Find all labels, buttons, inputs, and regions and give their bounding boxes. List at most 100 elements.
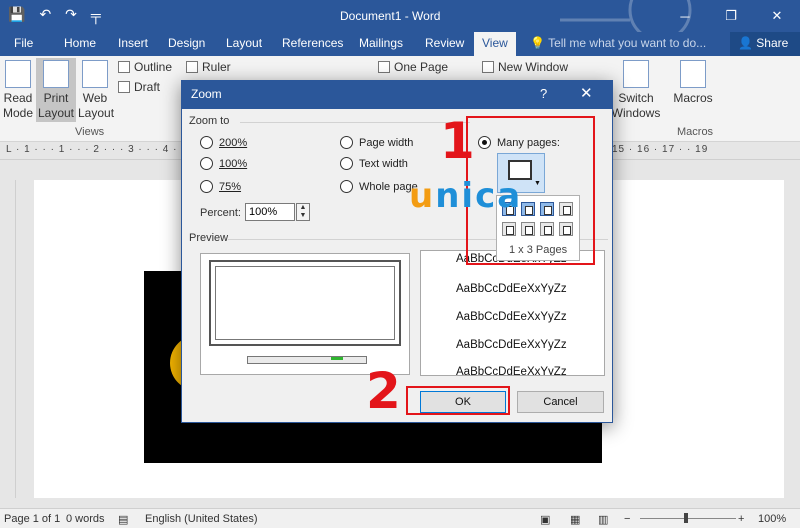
- dialog-title: Zoom: [191, 87, 222, 101]
- preview-label: Preview: [189, 232, 229, 244]
- share-button[interactable]: 👤 Share: [730, 32, 800, 56]
- annotation-box-2: [406, 386, 510, 415]
- ruler-checkbox[interactable]: Ruler: [186, 60, 231, 74]
- read-mode-label: Read Mode: [2, 91, 34, 120]
- preview-line: AaBbCcDdEeXxYyZz: [456, 311, 567, 323]
- cancel-button[interactable]: Cancel: [517, 391, 604, 413]
- tab-file[interactable]: File: [14, 36, 33, 50]
- draft-icon: [118, 81, 130, 93]
- preview-monitor: [200, 253, 410, 375]
- tab-mailings[interactable]: Mailings: [359, 36, 403, 50]
- read-mode-button[interactable]: Read Mode: [2, 60, 34, 121]
- tab-design[interactable]: Design: [168, 36, 205, 50]
- status-bar: Page 1 of 1 0 words ▤ English (United St…: [0, 508, 800, 528]
- zoom-slider[interactable]: [640, 518, 736, 519]
- radio-200-label: 200%: [219, 136, 248, 149]
- radio-page-width-dot: [340, 136, 353, 149]
- outline-label: Outline: [134, 60, 173, 74]
- share-label: Share: [756, 36, 789, 50]
- word-count[interactable]: 0 words: [66, 513, 105, 525]
- logo-part-1: u: [409, 176, 436, 216]
- language-status[interactable]: English (United States): [145, 513, 258, 525]
- person-icon: 👤: [738, 36, 753, 50]
- radio-text-width[interactable]: Text width: [340, 157, 408, 170]
- minimize-icon[interactable]: ─: [662, 0, 708, 32]
- print-layout-button[interactable]: Print Layout: [36, 58, 76, 122]
- ruler-check-icon: [186, 61, 198, 73]
- save-icon[interactable]: 💾: [8, 6, 25, 23]
- preview-line: AaBbCcDdEeXxYyZz: [456, 283, 567, 295]
- tell-me-label: Tell me what you want to do...: [548, 36, 707, 50]
- redo-icon[interactable]: ↷: [65, 6, 77, 23]
- read-mode-icon: [5, 60, 31, 88]
- percent-label: Percent:: [200, 207, 241, 219]
- title-bar: 💾 ↶ ↷ ╤ Document1 - Word ─ ❐ ✕: [0, 0, 800, 42]
- draft-label: Draft: [134, 80, 161, 94]
- one-page-button[interactable]: One Page: [378, 60, 448, 74]
- new-window-button[interactable]: New Window: [482, 60, 568, 74]
- print-layout-view-icon[interactable]: ▦: [570, 513, 580, 526]
- radio-75-dot: [200, 180, 213, 193]
- switch-windows-button[interactable]: Switch Windows: [610, 60, 662, 121]
- tell-me-search[interactable]: 💡 Tell me what you want to do...: [530, 36, 706, 50]
- lightbulb-icon: 💡: [530, 36, 545, 50]
- unica-logo: unica: [409, 176, 522, 216]
- customize-qat-icon[interactable]: ╤: [91, 7, 101, 23]
- radio-75[interactable]: 75%: [200, 180, 241, 193]
- restore-icon[interactable]: ❐: [708, 0, 754, 32]
- help-icon[interactable]: ?: [540, 86, 547, 101]
- monitor-screen-icon: [209, 260, 401, 346]
- tab-home[interactable]: Home: [64, 36, 96, 50]
- spin-down-icon[interactable]: ▼: [297, 212, 309, 220]
- tab-view[interactable]: View: [474, 32, 516, 56]
- radio-whole-page[interactable]: Whole page: [340, 180, 418, 193]
- preview-line: AaBbCcDdEeXxYyZz: [456, 339, 567, 351]
- web-layout-button[interactable]: Web Layout: [78, 60, 114, 121]
- radio-100-label: 100%: [219, 157, 248, 170]
- undo-icon[interactable]: ↶: [39, 6, 51, 23]
- radio-100[interactable]: 100%: [200, 157, 247, 170]
- tab-layout[interactable]: Layout: [226, 36, 262, 50]
- draft-button[interactable]: Draft: [118, 80, 160, 94]
- print-layout-icon: [43, 60, 69, 88]
- zoom-in-icon[interactable]: +: [738, 513, 744, 525]
- switch-windows-label: Switch Windows: [611, 91, 661, 120]
- window-controls: ─ ❐ ✕: [662, 0, 800, 32]
- tab-insert[interactable]: Insert: [118, 36, 148, 50]
- page-count[interactable]: Page 1 of 1: [4, 513, 60, 525]
- ruler-label: Ruler: [202, 60, 231, 74]
- zoom-out-icon[interactable]: −: [624, 513, 630, 525]
- ribbon-tabs: File Home Insert Design Layout Reference…: [0, 32, 800, 56]
- zoom-percent[interactable]: 100%: [758, 513, 786, 525]
- print-layout-label: Print Layout: [37, 91, 75, 120]
- new-window-label: New Window: [498, 60, 569, 74]
- tab-references[interactable]: References: [282, 36, 343, 50]
- zoom-slider-thumb[interactable]: [684, 513, 688, 523]
- web-layout-view-icon[interactable]: ▥: [598, 513, 608, 526]
- radio-200[interactable]: 200%: [200, 136, 247, 149]
- radio-page-width[interactable]: Page width: [340, 136, 413, 149]
- one-page-icon: [378, 61, 390, 73]
- close-icon[interactable]: ✕: [754, 0, 800, 32]
- spin-up-icon[interactable]: ▲: [297, 204, 309, 212]
- dialog-close-icon[interactable]: ✕: [580, 84, 593, 102]
- monitor-stand-icon: [247, 356, 367, 364]
- new-window-icon: [482, 61, 494, 73]
- window-title: Document1 - Word: [340, 9, 441, 23]
- outline-button[interactable]: Outline: [118, 60, 172, 74]
- proofing-icon[interactable]: ▤: [118, 513, 128, 526]
- percent-input[interactable]: [245, 203, 295, 221]
- vertical-ruler[interactable]: [0, 180, 16, 498]
- outline-icon: [118, 61, 130, 73]
- tab-review[interactable]: Review: [425, 36, 464, 50]
- macros-button[interactable]: Macros: [670, 60, 716, 106]
- macros-label: Macros: [673, 91, 713, 105]
- read-mode-view-icon[interactable]: ▣: [540, 513, 550, 526]
- radio-200-dot: [200, 136, 213, 149]
- ruler-ticks-right: 15 · 16 · 17 · · 19: [612, 144, 709, 155]
- logo-part-2: nica: [435, 176, 523, 216]
- macros-group-label: Macros: [677, 126, 714, 138]
- preview-line: AaBbCcDdEeXxYyZz: [456, 366, 567, 376]
- monitor-page-icon: [215, 266, 395, 340]
- percent-spinner[interactable]: ▲ ▼: [296, 203, 310, 221]
